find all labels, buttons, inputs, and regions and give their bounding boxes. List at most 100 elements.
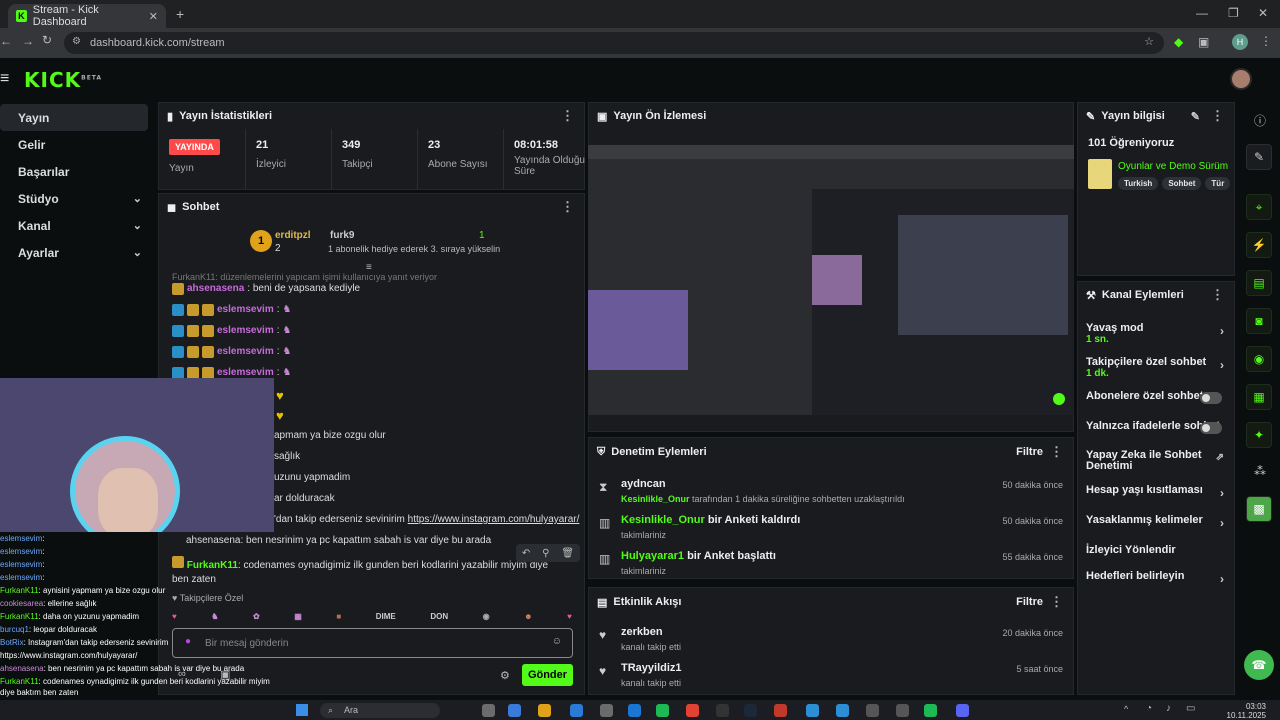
emote-don[interactable]: DON [430, 612, 448, 621]
lightning-icon[interactable]: ⚡ [1246, 232, 1272, 258]
browser-tab[interactable]: K Stream - Kick Dashboard ✕ [8, 4, 166, 28]
windows-start-icon[interactable] [296, 704, 308, 716]
action-slow-mode[interactable]: Yavaş mod 1 sn. › [1078, 318, 1234, 352]
reply-icon[interactable]: ↶ [522, 548, 530, 559]
more-options-icon[interactable]: ⋮ [1050, 594, 1063, 610]
action-goals[interactable]: Hedefleri belirleyin › [1078, 566, 1234, 596]
chat-username[interactable]: ahsenasena [187, 283, 244, 294]
mail-icon[interactable] [628, 704, 641, 717]
edit-pencil-icon[interactable]: ✎ [1191, 110, 1200, 123]
site-info-icon[interactable]: ⚙ [72, 36, 81, 47]
delete-icon[interactable]: 🗑 [561, 548, 574, 559]
plugin-icon[interactable]: ▩ [1246, 496, 1272, 522]
hamburger-menu-icon[interactable]: ≡ [0, 70, 9, 88]
close-tab-icon[interactable]: ✕ [149, 10, 158, 23]
network-icon[interactable]: ◔ [1146, 703, 1152, 714]
discord-icon[interactable] [956, 704, 969, 717]
more-options-icon[interactable]: ⋮ [1211, 287, 1224, 303]
action-ai-moderation[interactable]: Yapay Zeka ile Sohbet Denetimi ⇗ [1078, 446, 1234, 480]
battery-icon[interactable]: ▭ [1186, 703, 1195, 714]
extension-shield-icon[interactable]: ◆ [1174, 35, 1183, 49]
emotes-only-toggle[interactable] [1200, 422, 1222, 434]
scan-icon[interactable]: ⌖ [1246, 194, 1272, 220]
pin-icon[interactable]: ⚲ [542, 548, 549, 559]
new-tab-icon[interactable]: + [176, 6, 184, 22]
app-icon[interactable] [806, 704, 819, 717]
document-icon[interactable]: ▤ [1246, 270, 1272, 296]
copilot-icon[interactable] [508, 704, 521, 717]
obs-icon[interactable] [866, 704, 879, 717]
app-icon[interactable] [896, 704, 909, 717]
sidebar-item-yayin[interactable]: Yayın [0, 104, 148, 131]
tray-chevron-icon[interactable]: ^ [1124, 704, 1128, 714]
more-options-icon[interactable]: ⋮ [561, 199, 574, 215]
chrome-icon[interactable] [686, 704, 699, 717]
subscribers-only-toggle[interactable] [1200, 392, 1222, 404]
user-avatar[interactable] [1230, 68, 1252, 90]
extensions-icon[interactable]: ▣ [1198, 35, 1209, 49]
action-subscribers-only[interactable]: Abonelere özel sohbet [1078, 386, 1234, 416]
emote-icon[interactable]: ♥ [567, 612, 572, 621]
emote-icon[interactable]: ◉ [483, 612, 490, 621]
taskbar-search[interactable]: ⌕ Ara [320, 703, 440, 718]
bookmark-star-icon[interactable]: ☆ [1144, 35, 1154, 48]
emote-icon[interactable]: ☻ [524, 612, 532, 621]
emoji-icon[interactable]: ☺ [552, 636, 562, 647]
info-icon[interactable]: ⓘ [1254, 112, 1266, 129]
profile-avatar[interactable]: H [1232, 34, 1248, 50]
file-explorer-icon[interactable] [538, 704, 551, 717]
kick-logo[interactable]: KICKBETA [24, 68, 102, 92]
support-headset-icon[interactable]: ☎ [1244, 650, 1274, 680]
action-raid[interactable]: İzleyici Yönlendir [1078, 540, 1234, 566]
forward-icon[interactable]: → [22, 34, 34, 48]
app-icon[interactable] [774, 704, 787, 717]
tag-chip[interactable]: Sohbet [1162, 177, 1202, 190]
clock[interactable]: 03:03 10.11.2025 [1214, 702, 1266, 720]
url-field[interactable]: ⚙ dashboard.kick.com/stream ☆ [64, 32, 1164, 54]
sidebar-item-gelir[interactable]: Gelir [0, 131, 154, 158]
mod-username[interactable]: aydncan [621, 478, 666, 490]
pinned-user-1[interactable]: erditpzl [275, 230, 311, 241]
edit-layout-button[interactable]: ✎ [1246, 144, 1272, 170]
emote-icon[interactable]: ■ [336, 612, 341, 621]
app-icon[interactable] [836, 704, 849, 717]
category-link[interactable]: Oyunlar ve Demo Sürüm [1118, 161, 1228, 172]
sidebar-item-studyo[interactable]: Stüdyo ⌄ [0, 185, 154, 212]
chat-username[interactable]: eslemsevim [217, 346, 274, 357]
steam-icon[interactable] [744, 704, 757, 717]
sidebar-item-ayarlar[interactable]: Ayarlar ⌄ [0, 239, 154, 266]
volume-icon[interactable]: ♪ [1166, 703, 1171, 714]
tag-chip[interactable]: Tür [1205, 177, 1231, 190]
tag-chip[interactable]: Turkish [1118, 177, 1159, 190]
chat-settings-icon[interactable]: ⚙ [500, 669, 510, 682]
store-icon[interactable] [600, 704, 613, 717]
send-button[interactable]: Gönder [522, 664, 573, 686]
chat-username[interactable]: eslemsevim [217, 325, 274, 336]
activity-filter-button[interactable]: Filtre [1016, 596, 1043, 608]
sidebar-item-kanal[interactable]: Kanal ⌄ [0, 212, 154, 239]
chat-username[interactable]: eslemsevim [217, 367, 274, 378]
maximize-icon[interactable]: ❐ [1228, 6, 1239, 20]
broadcast-icon[interactable]: ◉ [1246, 346, 1272, 372]
more-options-icon[interactable]: ⋮ [561, 108, 574, 124]
action-emotes-only[interactable]: Yalnızca ifadelerle sohbet [1078, 416, 1234, 446]
action-followers-only[interactable]: Takipçilere özel sohbet 1 dk. › [1078, 352, 1234, 386]
reload-icon[interactable]: ↻ [42, 33, 52, 47]
more-options-icon[interactable]: ⋮ [1211, 108, 1224, 124]
xbox-icon[interactable] [656, 704, 669, 717]
close-window-icon[interactable]: ✕ [1258, 6, 1268, 20]
clipboard-icon[interactable]: ▦ [1246, 384, 1272, 410]
moderation-filter-button[interactable]: Filtre [1016, 446, 1043, 458]
wrench-icon[interactable]: ✦ [1246, 422, 1272, 448]
pinned-user-2[interactable]: furk9 [330, 230, 354, 241]
action-account-age[interactable]: Hesap yaşı kısıtlaması › [1078, 480, 1234, 510]
more-options-icon[interactable]: ⋮ [1050, 444, 1063, 460]
chat-icon[interactable]: ◙ [1246, 308, 1272, 334]
minimize-icon[interactable]: — [1196, 6, 1208, 20]
activity-username[interactable]: zerkben [621, 626, 663, 638]
action-banned-words[interactable]: Yasaklanmış kelimeler › [1078, 510, 1234, 540]
emote-dime[interactable]: DIME [376, 612, 396, 621]
epic-games-icon[interactable] [716, 704, 729, 717]
edge-icon[interactable] [570, 704, 583, 717]
browser-menu-icon[interactable]: ⋮ [1260, 34, 1272, 48]
